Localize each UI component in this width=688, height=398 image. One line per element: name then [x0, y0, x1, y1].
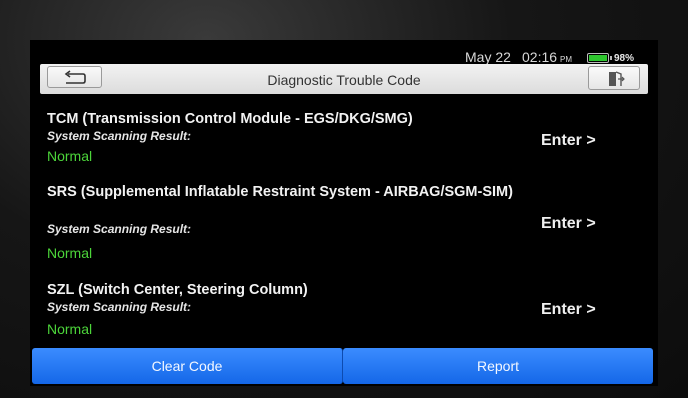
scan-result-label: System Scanning Result:: [47, 300, 192, 314]
exit-door-icon: [609, 71, 625, 86]
action-bar: Clear Code Report: [32, 348, 653, 384]
scan-result-label: System Scanning Result:: [47, 129, 192, 143]
enter-button[interactable]: Enter >: [541, 301, 596, 319]
scan-result-value: Normal: [47, 148, 93, 164]
battery-fill: [589, 55, 607, 61]
status-time: 02:16 PM: [522, 49, 572, 65]
status-time-value: 02:16: [522, 49, 558, 65]
status-bar: May 22 02:16 PM 98%: [30, 40, 658, 65]
report-button[interactable]: Report: [343, 348, 653, 384]
scan-result-value: Normal: [47, 321, 93, 337]
battery-percent: 98%: [614, 53, 635, 64]
module-name: SRS (Supplemental Inflatable Restraint S…: [47, 184, 513, 200]
scan-result-label: System Scanning Result:: [47, 222, 192, 236]
enter-button[interactable]: Enter >: [541, 132, 596, 150]
exit-button[interactable]: [588, 66, 640, 90]
clear-code-button[interactable]: Clear Code: [32, 348, 343, 384]
module-name: SZL (Switch Center, Steering Column): [47, 282, 308, 298]
status-ampm: PM: [560, 55, 573, 64]
status-date: May 22: [465, 49, 511, 65]
battery-nub: [610, 56, 612, 60]
title-bar: Diagnostic Trouble Code: [40, 64, 648, 94]
page-title: Diagnostic Trouble Code: [267, 72, 421, 88]
scanner-screen: May 22 02:16 PM 98% Diagnostic Trouble Co…: [30, 40, 658, 386]
battery-icon: [587, 53, 612, 63]
module-name: TCM (Transmission Control Module - EGS/D…: [47, 111, 413, 127]
enter-button[interactable]: Enter >: [541, 215, 596, 233]
scan-result-value: Normal: [47, 245, 93, 261]
